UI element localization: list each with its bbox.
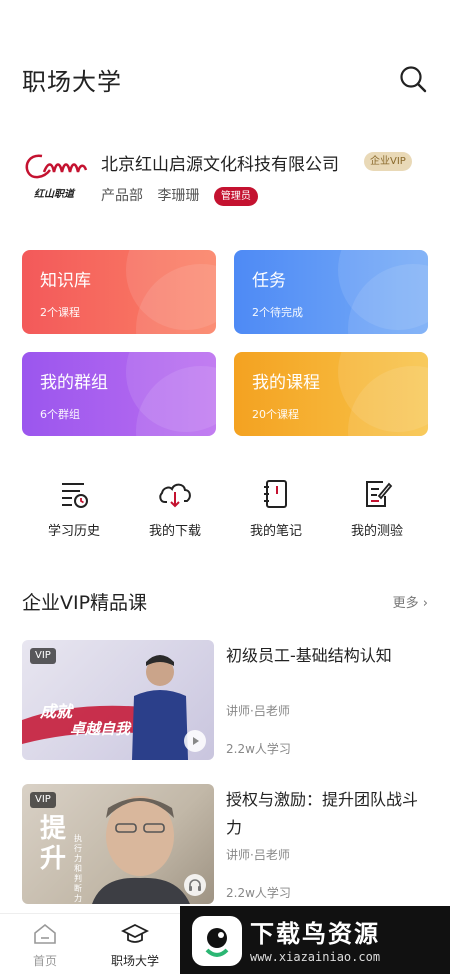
course-thumbnail: VIP 提升 执行力和判断力 (22, 784, 214, 904)
thumbnail-caption: 卓越自我 (70, 720, 131, 738)
company-info[interactable]: 红山职道 北京红山启源文化科技有限公司 企业VIP 产品部 李珊珊 管理员 (22, 150, 428, 210)
card-title: 任务 (252, 271, 286, 291)
logo-text: 红山职道 (34, 189, 74, 200)
course-title: 初级员工-基础结构认知 (226, 646, 392, 665)
watermark-url: www.xiazainiao.com (250, 950, 381, 964)
my-downloads-button[interactable]: 我的下载 (125, 478, 225, 539)
page-title: 职场大学 (22, 68, 122, 96)
course-learners: 2.2w人学习 (226, 742, 291, 756)
my-notes-button[interactable]: 我的笔记 (226, 478, 326, 539)
tool-label: 学习历史 (47, 524, 100, 539)
my-groups-card[interactable]: 我的群组 6个群组 (22, 352, 216, 436)
tool-label: 我的笔记 (249, 524, 302, 539)
study-history-button[interactable]: 学习历史 (24, 478, 124, 539)
tool-row: 学习历史 我的下载 我的笔记 我的测验 (22, 478, 428, 548)
headphones-icon (189, 879, 201, 891)
graduation-cap-icon (120, 923, 150, 943)
notebook-icon (264, 480, 287, 508)
vip-section-header: 企业VIP精品课 更多 › (22, 588, 428, 616)
vip-tag: VIP (30, 792, 56, 808)
company-subline: 产品部 李珊珊 管理员 (101, 185, 268, 206)
my-quiz-button[interactable]: 我的测验 (327, 478, 427, 539)
nav-home[interactable]: 首页 (0, 922, 90, 969)
more-link[interactable]: 更多 › (393, 592, 428, 611)
download-icon (159, 483, 191, 508)
course-thumbnail: VIP 成就 卓越自我 (22, 640, 214, 760)
history-icon (62, 483, 88, 508)
course-learners: 2.2w人学习 (226, 886, 291, 900)
role-badge: 管理员 (213, 187, 258, 206)
vip-tag: VIP (30, 648, 56, 664)
course-item[interactable]: VIP 提升 执行力和判断力 授权与激励：提升团队战斗力 讲师·吕老师 2.2w… (22, 784, 428, 904)
more-label: 更多 (392, 596, 419, 611)
thumbnail-caption: 执行力和判断力 (74, 834, 82, 903)
department-label: 产品部 (101, 188, 143, 204)
watermark-title: 下载鸟资源 (250, 920, 380, 948)
audio-button[interactable] (184, 874, 206, 896)
course-teacher: 讲师·吕老师 (226, 704, 290, 718)
thumbnail-caption: 成就 (40, 702, 73, 721)
nav-label: 职场大学 (110, 954, 159, 968)
nav-label: 首页 (32, 954, 57, 968)
search-button[interactable] (398, 64, 428, 94)
card-subtitle: 20个课程 (252, 408, 299, 421)
thumbnail-caption: 提升 (40, 814, 67, 874)
card-title: 我的课程 (252, 373, 320, 393)
header: 职场大学 (22, 62, 428, 98)
course-teacher: 讲师·吕老师 (226, 848, 290, 862)
card-subtitle: 6个群组 (40, 408, 80, 421)
card-subtitle: 2个待完成 (252, 306, 303, 319)
section-title: 企业VIP精品课 (22, 592, 148, 614)
card-subtitle: 2个课程 (40, 306, 80, 319)
tool-label: 我的测验 (350, 524, 403, 539)
user-name: 李珊珊 (157, 188, 200, 204)
watermark-logo (192, 916, 242, 966)
enterprise-vip-badge: 企业VIP (364, 152, 412, 171)
play-icon (193, 737, 199, 745)
card-title: 知识库 (40, 271, 91, 291)
play-button[interactable] (184, 730, 206, 752)
home-icon (34, 923, 56, 944)
course-item[interactable]: VIP 成就 卓越自我 初级员工-基础结构认知 讲师·吕老师 2.2w人学习 (22, 640, 428, 760)
tasks-card[interactable]: 任务 2个待完成 (234, 250, 428, 334)
watermark-banner: 下载鸟资源 www.xiazainiao.com (180, 906, 450, 974)
search-icon (400, 66, 427, 93)
company-logo: 红山职道 (22, 150, 90, 200)
my-courses-card[interactable]: 我的课程 20个课程 (234, 352, 428, 436)
nav-university[interactable]: 职场大学 (90, 922, 180, 969)
tool-label: 我的下载 (148, 524, 201, 539)
card-title: 我的群组 (40, 373, 108, 393)
quiz-icon (366, 481, 393, 507)
knowledge-base-card[interactable]: 知识库 2个课程 (22, 250, 216, 334)
course-title: 授权与激励：提升团队战斗力 (226, 790, 419, 837)
chevron-right-icon: › (422, 596, 428, 611)
company-name: 北京红山启源文化科技有限公司 (101, 155, 339, 175)
